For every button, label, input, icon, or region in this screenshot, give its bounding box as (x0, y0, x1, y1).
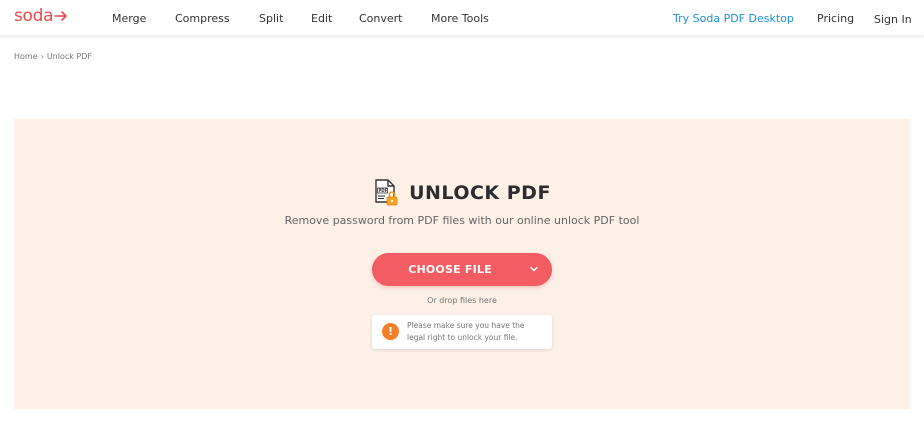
breadcrumb-current: Unlock PDF (46, 52, 93, 61)
upload-panel: PDF UNLOCK PDF Remove password from PDF … (14, 119, 910, 409)
chevron-down-icon[interactable] (529, 264, 539, 274)
nav-edit[interactable]: Edit (311, 12, 332, 25)
pdf-lock-icon: PDF (375, 179, 398, 206)
logo-text: soda (14, 6, 54, 26)
choose-file-button[interactable]: CHOOSE FILE (372, 253, 552, 286)
breadcrumb: Home › Unlock PDF (14, 52, 92, 61)
nav-merge[interactable]: Merge (112, 12, 146, 25)
title-row: PDF UNLOCK PDF (14, 179, 910, 207)
legal-notice-text: Please make sure you have the legal righ… (407, 320, 547, 344)
nav-more-tools[interactable]: More Tools (431, 12, 489, 25)
top-navigation-bar: soda Merge Compress Split Edit Convert M… (0, 0, 924, 36)
nav-convert[interactable]: Convert (359, 12, 403, 25)
nav-pricing[interactable]: Pricing (817, 12, 854, 25)
soda-logo[interactable]: soda (14, 6, 68, 26)
drop-files-hint: Or drop files here (427, 296, 497, 305)
legal-notice-line-1: Please make sure you have the (407, 321, 525, 330)
legal-notice: ! Please make sure you have the legal ri… (372, 315, 552, 349)
legal-notice-line-2: legal right to unlock your file. (407, 333, 518, 342)
arrow-right-icon (54, 11, 68, 21)
warning-icon: ! (382, 323, 399, 340)
page-title: UNLOCK PDF (409, 182, 551, 204)
svg-text:PDF: PDF (379, 188, 388, 193)
page-subtitle: Remove password from PDF files with our … (284, 214, 640, 227)
nav-split[interactable]: Split (259, 12, 283, 25)
breadcrumb-home[interactable]: Home (14, 52, 38, 61)
sign-in-link[interactable]: Sign In (874, 13, 912, 26)
breadcrumb-separator: › (40, 52, 44, 61)
nav-compress[interactable]: Compress (175, 12, 230, 25)
choose-file-label: CHOOSE FILE (408, 263, 492, 276)
try-desktop-link[interactable]: Try Soda PDF Desktop (673, 12, 794, 25)
